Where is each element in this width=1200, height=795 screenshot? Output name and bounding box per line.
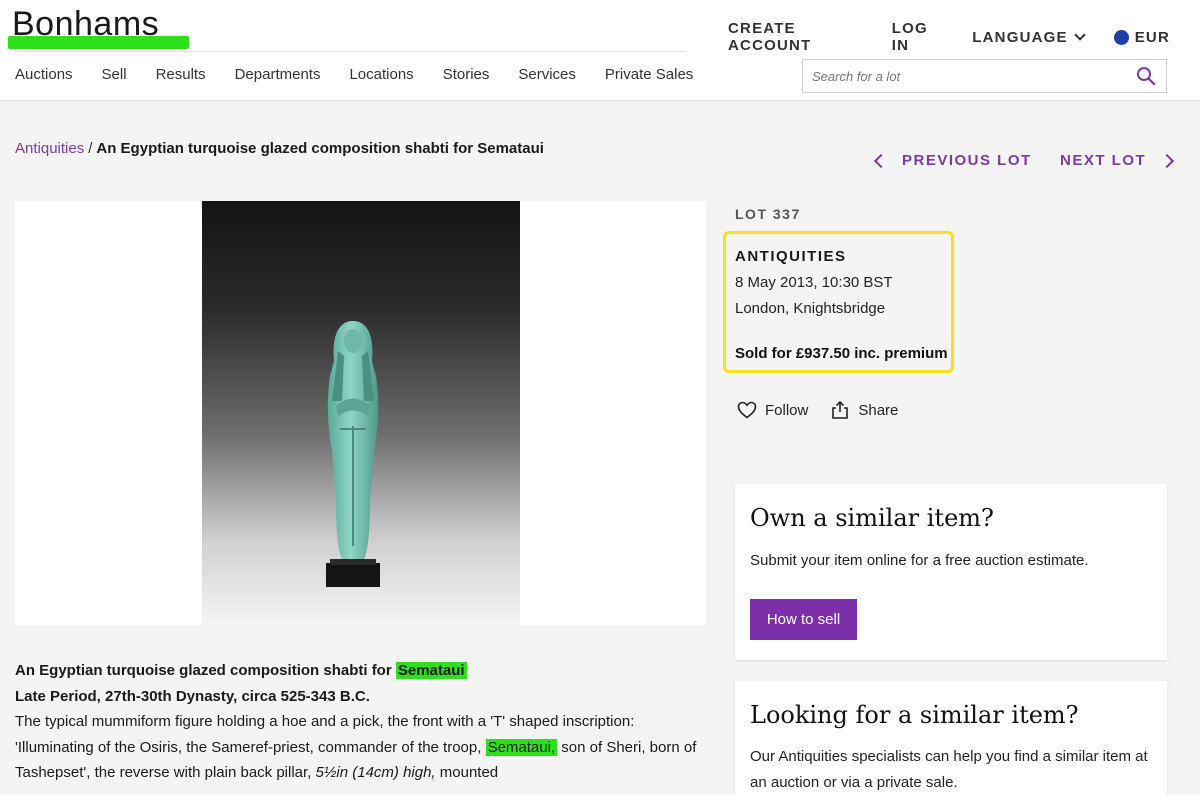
- breadcrumb-current: An Egyptian turquoise glazed composition…: [96, 140, 544, 157]
- site-header: Bonhams CREATE ACCOUNT LOG IN LANGUAGE E…: [0, 0, 1200, 101]
- sale-department[interactable]: ANTIQUITIES: [735, 248, 847, 265]
- currency-label: EUR: [1134, 28, 1170, 46]
- search-input[interactable]: [803, 60, 1123, 92]
- currency-globe-icon: [1113, 29, 1129, 45]
- nav-services[interactable]: Services: [518, 66, 576, 83]
- log-in-link[interactable]: LOG IN: [892, 20, 943, 54]
- next-lot-link[interactable]: NEXT LOT: [1060, 152, 1175, 169]
- follow-button[interactable]: Follow: [737, 401, 808, 419]
- description-body: The typical mummiform figure holding a h…: [15, 709, 705, 786]
- chevron-down-icon: [1074, 28, 1086, 41]
- nav-sell[interactable]: Sell: [102, 66, 127, 83]
- next-lot-label: NEXT LOT: [1060, 152, 1147, 169]
- breadcrumb: Antiquities / An Egyptian turquoise glazed…: [15, 140, 544, 157]
- search-icon[interactable]: [1136, 66, 1156, 86]
- buy-promo-card: Looking for a similar item? Our Antiquit…: [735, 681, 1167, 795]
- bonhams-logo[interactable]: Bonhams: [12, 5, 159, 44]
- previous-lot-link[interactable]: PREVIOUS LOT: [873, 152, 1032, 169]
- search-box: [802, 59, 1167, 93]
- breadcrumb-antiquities-link[interactable]: Antiquities: [15, 140, 84, 157]
- share-icon: [832, 400, 849, 419]
- nav-locations[interactable]: Locations: [349, 66, 413, 83]
- follow-label: Follow: [765, 401, 809, 419]
- highlighted-name-inline: Semataui,: [485, 738, 558, 756]
- buy-card-text: Our Antiquities specialists can help you…: [750, 748, 1148, 791]
- lot-number: LOT 337: [735, 206, 801, 222]
- highlighted-name: Semataui: [395, 662, 467, 679]
- share-button[interactable]: Share: [830, 400, 898, 420]
- nav-results[interactable]: Results: [156, 66, 206, 83]
- sale-date: 8 May 2013, 10:30 BST: [735, 274, 893, 291]
- language-label: LANGUAGE: [972, 28, 1068, 46]
- heart-icon: [737, 401, 757, 419]
- description-title: An Egyptian turquoise glazed composition…: [15, 658, 705, 684]
- description-title-text: An Egyptian turquoise glazed composition…: [15, 662, 396, 679]
- sell-card-title: Own a similar item?: [750, 504, 994, 532]
- currency-selector[interactable]: EUR: [1113, 28, 1170, 46]
- sold-price: Sold for £937.50 inc. premium: [735, 345, 948, 362]
- description-body-part-3: mounted: [435, 764, 499, 782]
- sell-card-text: Submit your item online for a free aucti…: [750, 552, 1089, 569]
- create-account-link[interactable]: CREATE ACCOUNT: [728, 20, 862, 54]
- header-divider: [15, 51, 685, 52]
- share-label: Share: [858, 401, 899, 419]
- nav-private-sales[interactable]: Private Sales: [605, 66, 693, 83]
- nav-departments[interactable]: Departments: [235, 66, 321, 83]
- nav-stories[interactable]: Stories: [443, 66, 490, 83]
- sale-location: London, Knightsbridge: [735, 300, 886, 317]
- language-selector[interactable]: LANGUAGE: [972, 28, 1086, 46]
- breadcrumb-separator: /: [88, 140, 93, 157]
- sell-promo-card: Own a similar item? Submit your item onl…: [735, 484, 1167, 660]
- description-period: Late Period, 27th-30th Dynasty, circa 52…: [15, 687, 370, 705]
- lot-description: An Egyptian turquoise glazed composition…: [15, 658, 705, 786]
- chevron-left-icon: [873, 153, 889, 168]
- shabti-photo: [202, 201, 520, 625]
- shabti-figure-image: [326, 321, 380, 587]
- how-to-sell-button[interactable]: How to sell: [750, 599, 857, 640]
- description-dimensions: 5½in (14cm) high,: [315, 764, 436, 782]
- account-links: CREATE ACCOUNT LOG IN LANGUAGE EUR: [728, 20, 1200, 54]
- previous-lot-label: PREVIOUS LOT: [902, 152, 1032, 169]
- main-nav: Auctions Sell Results Departments Locati…: [15, 66, 722, 83]
- lot-image-panel[interactable]: [15, 201, 706, 625]
- buy-card-title: Looking for a similar item?: [750, 701, 1079, 729]
- lot-actions: Follow Share: [737, 400, 920, 420]
- chevron-right-icon: [1160, 153, 1175, 168]
- nav-auctions[interactable]: Auctions: [15, 66, 73, 83]
